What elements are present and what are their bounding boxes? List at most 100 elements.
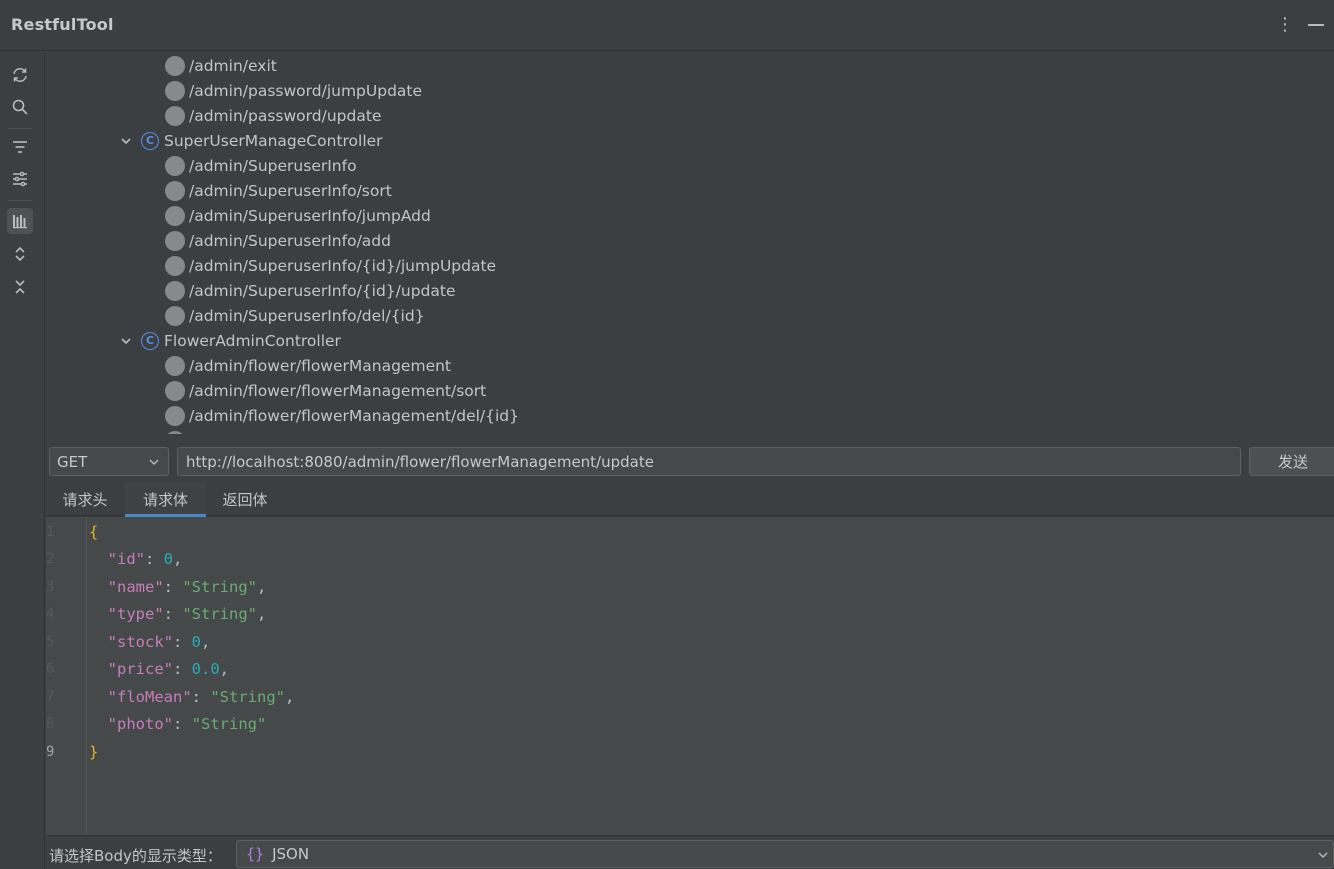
body-editor[interactable]: 1 2 3 4 5 6 7 8 9 { "id": 0, "name": "St…: [46, 517, 1334, 835]
tree-item-endpoint[interactable]: /admin/flower/flowerManagement: [165, 353, 451, 378]
endpoint-icon: [165, 305, 185, 326]
title-bar: RestfulTool ⋮: [0, 0, 1334, 51]
endpoint-icon: [165, 405, 185, 426]
chevron-down-icon[interactable]: [120, 135, 132, 147]
json-value: 0.0: [191, 660, 220, 678]
line-number: 9: [46, 744, 55, 760]
send-button[interactable]: 发送: [1249, 447, 1334, 476]
body-type-bar: 请选择Body的显示类型： {} JSON: [46, 835, 1334, 869]
request-tabs: 请求头 请求体 返回体: [46, 482, 1334, 517]
tree-item-endpoint[interactable]: /admin/flower/flowerManagement/del/{id}: [165, 403, 519, 428]
endpoint-icon: [165, 255, 185, 276]
endpoint-icon: [165, 155, 185, 176]
line-number: 2: [46, 551, 55, 567]
tree-item-controller[interactable]: C FlowerAdminController: [120, 328, 341, 353]
tree-item-endpoint[interactable]: /admin/SuperuserInfo/del/{id}: [165, 303, 425, 328]
tree-item-controller[interactable]: C SuperUserManageController: [120, 128, 383, 153]
request-bar: GET http://localhost:8080/admin/flower/f…: [46, 434, 1334, 482]
endpoint-icon: [165, 280, 185, 301]
json-value: "String": [191, 715, 267, 733]
body-type-value: JSON: [272, 845, 310, 863]
filter-icon[interactable]: [7, 134, 33, 160]
json-key: "stock": [107, 633, 173, 651]
tree-item-label: /admin/SuperuserInfo/del/{id}: [189, 306, 425, 325]
tree-item-label: FlowerAdminController: [164, 331, 341, 350]
endpoint-icon: [165, 180, 185, 201]
search-icon[interactable]: [7, 94, 33, 120]
line-number: 4: [46, 606, 55, 622]
http-method-select[interactable]: GET: [49, 447, 169, 476]
tool-strip: [0, 52, 45, 869]
code-line: "id": 0,: [107, 550, 183, 568]
tree-item-endpoint[interactable]: /admin/SuperuserInfo: [165, 153, 357, 178]
line-number-gutter: 1 2 3 4 5 6 7 8 9: [46, 517, 87, 835]
expand-icon[interactable]: [7, 241, 33, 267]
json-brace: {: [89, 523, 99, 541]
tree-item-label: /admin/SuperuserInfo/{id}/jumpUpdate: [189, 256, 497, 275]
json-value: "String": [210, 688, 285, 706]
line-number: 3: [46, 579, 55, 595]
tree-item-endpoint[interactable]: /admin/exit: [165, 53, 277, 78]
tree-item-endpoint[interactable]: /admin/password/jumpUpdate: [165, 78, 422, 103]
columns-icon[interactable]: [7, 208, 33, 234]
endpoint-tree: /admin/exit /admin/password/jumpUpdate /…: [46, 52, 1334, 434]
body-type-label: 请选择Body的显示类型：: [49, 847, 222, 865]
tab-request-body[interactable]: 请求体: [125, 482, 206, 517]
code-line: "floMean": "String",: [107, 688, 295, 706]
tree-item-label: /admin/flower/flowerManagement/del/{id}: [189, 406, 519, 425]
window-title: RestfulTool: [11, 15, 114, 34]
json-value: "String": [182, 578, 257, 596]
tree-item-label: /admin/SuperuserInfo/sort: [189, 181, 392, 200]
code-line: }: [89, 743, 98, 761]
tree-item-endpoint[interactable]: /admin/SuperuserInfo/sort: [165, 178, 392, 203]
json-key: "price": [107, 660, 173, 678]
endpoint-icon: [165, 205, 185, 226]
line-number: 6: [46, 661, 55, 677]
minimize-icon[interactable]: [1307, 13, 1325, 37]
tree-item-endpoint[interactable]: /admin/flower/flowerManagement/sort: [165, 378, 486, 403]
line-number: 8: [46, 716, 55, 732]
line-number: 5: [46, 634, 55, 650]
code-line: "stock": 0,: [107, 633, 211, 651]
json-value: 0: [191, 633, 202, 651]
tab-response-body[interactable]: 返回体: [206, 482, 284, 516]
controller-class-icon: C: [141, 131, 159, 150]
tab-request-headers[interactable]: 请求头: [46, 482, 124, 516]
endpoint-icon: [165, 355, 185, 376]
tree-item-label: /admin/password/jumpUpdate: [189, 81, 423, 100]
http-method-value: GET: [57, 452, 88, 471]
json-braces-icon: {}: [246, 845, 265, 863]
tree-item-label: SuperUserManageController: [164, 131, 383, 150]
json-key: "photo": [107, 715, 173, 733]
tree-item-label: /admin/SuperuserInfo/jumpAdd: [189, 206, 431, 225]
tree-item-endpoint[interactable]: /admin/SuperuserInfo/{id}/jumpUpdate: [165, 253, 496, 278]
line-number: 7: [46, 689, 55, 705]
code-line: {: [89, 523, 98, 541]
endpoint-icon: [165, 55, 185, 76]
endpoint-icon: [165, 105, 185, 126]
tree-item-label: /admin/SuperuserInfo/add: [189, 231, 391, 250]
code-line: "type": "String",: [107, 605, 267, 623]
controller-class-icon: C: [141, 331, 159, 350]
refresh-icon[interactable]: [7, 62, 33, 88]
tree-item-label: /admin/password/update: [189, 106, 382, 125]
body-type-select[interactable]: {} JSON: [236, 840, 1334, 868]
tree-item-endpoint[interactable]: /admin/SuperuserInfo/jumpAdd: [165, 203, 431, 228]
more-options-icon[interactable]: ⋮: [1276, 13, 1294, 37]
tree-item-endpoint[interactable]: /admin/SuperuserInfo/{id}/update: [165, 278, 456, 303]
code-line: "name": "String",: [107, 578, 267, 596]
tree-item-endpoint[interactable]: /admin/password/update: [165, 103, 381, 128]
chevron-down-icon: [149, 459, 159, 465]
endpoint-icon: [165, 80, 185, 101]
line-number: 1: [46, 524, 55, 540]
chevron-down-icon[interactable]: [120, 335, 132, 347]
collapse-icon[interactable]: [7, 274, 33, 300]
url-input[interactable]: http://localhost:8080/admin/flower/flowe…: [177, 447, 1241, 476]
code-line: "price": 0.0,: [107, 660, 230, 678]
toolbar-divider: [8, 128, 32, 129]
tree-item-label: /admin/SuperuserInfo/{id}/update: [189, 281, 456, 300]
settings-icon[interactable]: [7, 166, 33, 192]
tree-item-endpoint[interactable]: /admin/SuperuserInfo/add: [165, 228, 391, 253]
json-key: "floMean": [107, 688, 192, 706]
json-key: "id": [107, 550, 145, 568]
